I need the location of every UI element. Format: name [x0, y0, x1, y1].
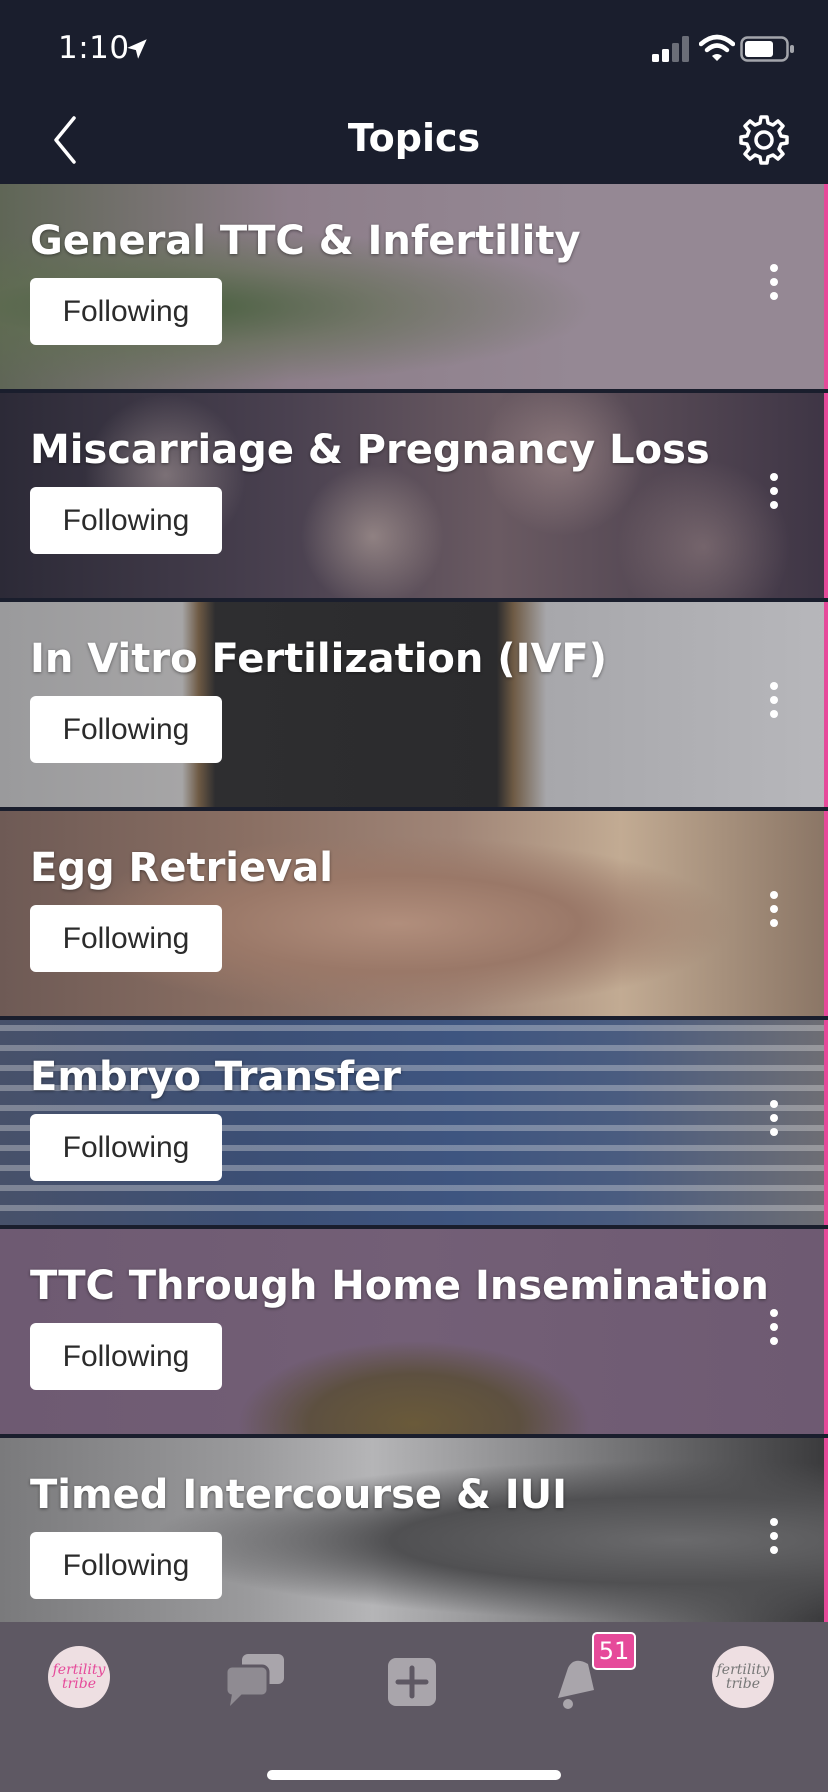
topic-card[interactable]: General TTC & Infertility Following — [0, 184, 828, 389]
status-bar: 1:10 — [0, 0, 828, 96]
navigation-bar: Topics — [0, 96, 828, 184]
tab-new-post[interactable] — [376, 1646, 448, 1718]
following-button[interactable]: Following — [30, 1532, 222, 1599]
topic-title: Egg Retrieval — [30, 845, 333, 891]
topic-accent-bar — [824, 811, 828, 1016]
profile-avatar: fertility tribe — [712, 1646, 774, 1708]
topic-title: Timed Intercourse & IUI — [30, 1472, 568, 1518]
wifi-icon — [699, 34, 735, 61]
gear-icon[interactable] — [738, 114, 790, 166]
topic-card[interactable]: Embryo Transfer Following — [0, 1020, 828, 1225]
following-button[interactable]: Following — [30, 1114, 222, 1181]
topic-title: Miscarriage & Pregnancy Loss — [30, 427, 710, 473]
tab-bar: fertility tribe 51 fertility tribe — [0, 1622, 828, 1792]
following-button[interactable]: Following — [30, 696, 222, 763]
more-options-icon[interactable] — [760, 891, 788, 935]
more-options-icon[interactable] — [760, 1309, 788, 1353]
topic-title: In Vitro Fertilization (IVF) — [30, 636, 608, 682]
status-time: 1:10 — [58, 30, 130, 66]
chat-bubbles-icon — [224, 1654, 284, 1706]
topic-title: Embryo Transfer — [30, 1054, 401, 1100]
fertility-tribe-logo: fertility tribe — [48, 1646, 110, 1708]
topic-accent-bar — [824, 393, 828, 598]
page-title: Topics — [347, 116, 481, 160]
following-button[interactable]: Following — [30, 278, 222, 345]
topic-title: TTC Through Home Insemination — [30, 1263, 769, 1309]
tab-home[interactable]: fertility tribe — [48, 1646, 120, 1718]
tab-profile[interactable]: fertility tribe — [712, 1646, 784, 1718]
more-options-icon[interactable] — [760, 473, 788, 517]
cellular-signal-icon — [652, 36, 689, 62]
topic-card[interactable]: TTC Through Home Insemination Following — [0, 1229, 828, 1434]
topic-card[interactable]: In Vitro Fertilization (IVF) Following — [0, 602, 828, 807]
battery-icon — [740, 36, 794, 62]
topic-accent-bar — [824, 1229, 828, 1434]
topics-list: General TTC & Infertility Following Misc… — [0, 184, 828, 1622]
topic-card[interactable]: Timed Intercourse & IUI Following — [0, 1438, 828, 1622]
following-button[interactable]: Following — [30, 487, 222, 554]
topic-accent-bar — [824, 184, 828, 389]
topic-accent-bar — [824, 1438, 828, 1622]
location-arrow-icon — [127, 39, 147, 59]
tab-chats[interactable] — [220, 1646, 292, 1718]
topic-accent-bar — [824, 602, 828, 807]
topic-title: General TTC & Infertility — [30, 218, 581, 264]
notification-badge: 51 — [592, 1632, 636, 1670]
home-indicator — [267, 1770, 561, 1780]
following-button[interactable]: Following — [30, 1323, 222, 1390]
more-options-icon[interactable] — [760, 1100, 788, 1144]
topic-card[interactable]: Egg Retrieval Following — [0, 811, 828, 1016]
topic-accent-bar — [824, 1020, 828, 1225]
more-options-icon[interactable] — [760, 1518, 788, 1562]
add-post-icon — [388, 1658, 436, 1706]
more-options-icon[interactable] — [760, 264, 788, 308]
more-options-icon[interactable] — [760, 682, 788, 726]
following-button[interactable]: Following — [30, 905, 222, 972]
topic-card[interactable]: Miscarriage & Pregnancy Loss Following — [0, 393, 828, 598]
